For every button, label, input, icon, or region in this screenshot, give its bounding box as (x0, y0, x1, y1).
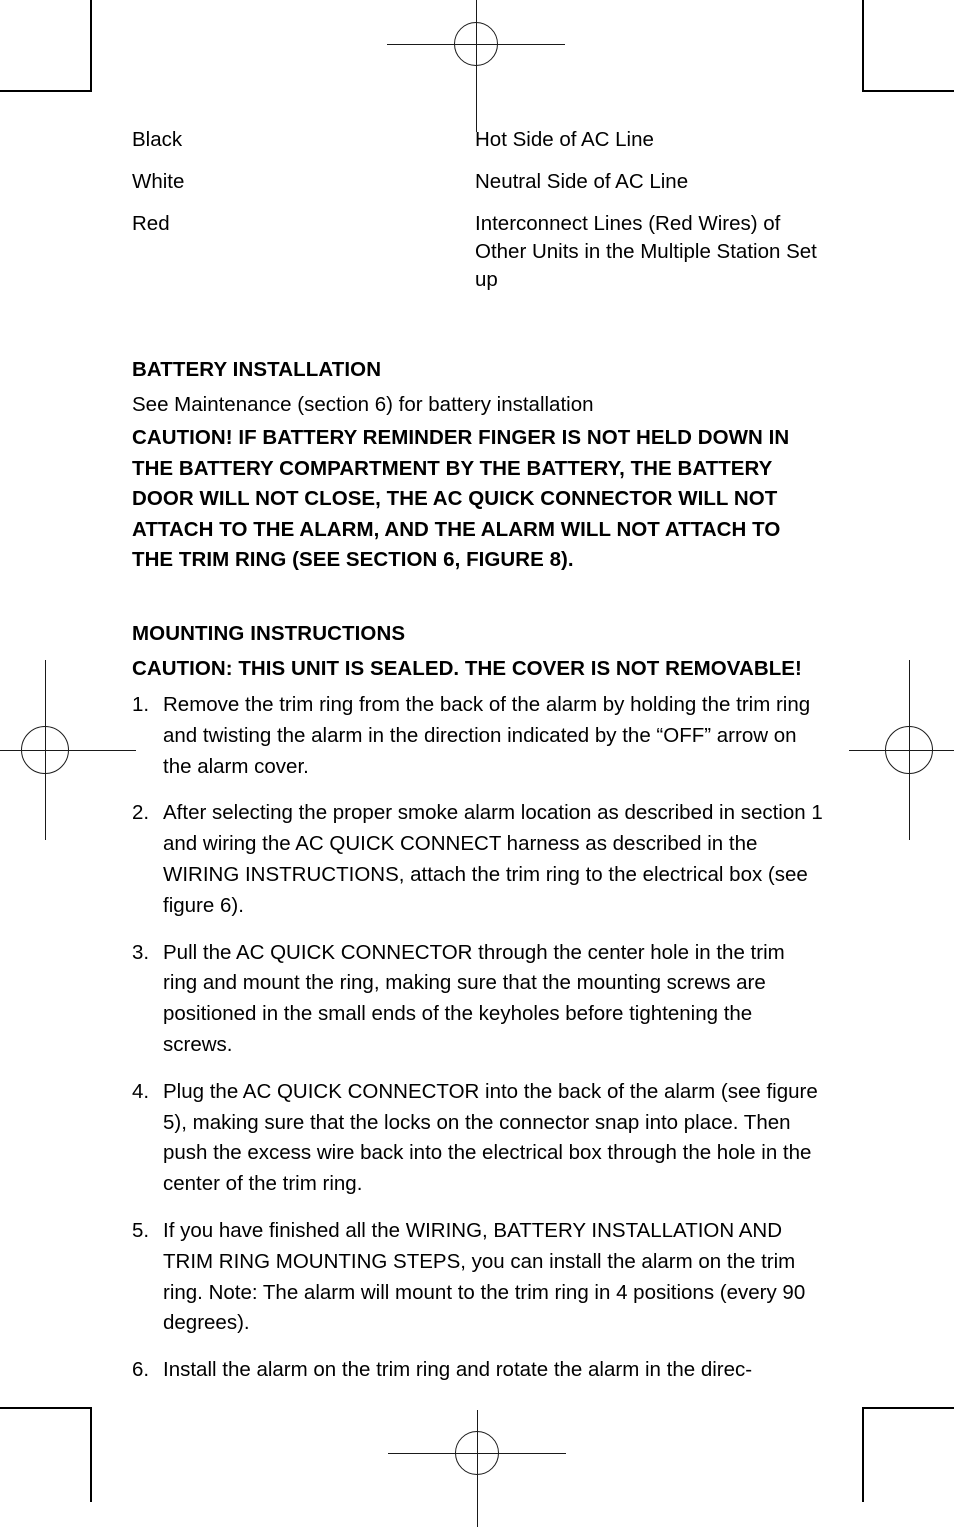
crop-mark-bottom-left-vertical (90, 1408, 92, 1502)
crop-mark-bottom-right-horizontal (862, 1407, 954, 1409)
list-item: Install the alarm on the trim ring and r… (132, 1355, 753, 1386)
list-item: Pull the AC QUICK CONNECTOR through the … (132, 938, 785, 1056)
wire-legend-table: Black Hot Side of AC Line White Neutral … (132, 126, 824, 294)
crop-mark-bottom-left-horizontal (0, 1407, 92, 1409)
crop-mark-top-left-horizontal (0, 90, 92, 92)
battery-installation-caution: CAUTION! IF BATTERY REMINDER FINGER IS N… (132, 426, 790, 571)
document-page: Black Hot Side of AC Line White Neutral … (0, 0, 954, 1527)
page-content: Black Hot Side of AC Line White Neutral … (132, 126, 824, 1386)
list-item: If you have finished all the WIRING, BAT… (132, 1216, 806, 1335)
mounting-instructions-heading: MOUNTING INSTRUCTIONS (132, 621, 406, 645)
list-item: After selecting the proper smoke alarm l… (132, 798, 823, 917)
crop-mark-bottom-right-vertical (862, 1408, 864, 1502)
list-item: Remove the trim ring from the back of th… (132, 690, 811, 778)
table-row: Red Interconnect Lines (Red Wires) of Ot… (132, 210, 824, 294)
battery-installation-heading: BATTERY INSTALLATION (132, 358, 382, 381)
mounting-instructions-section: MOUNTING INSTRUCTIONS CAUTION: THIS UNIT… (132, 620, 824, 1386)
mounting-steps-list: Remove the trim ring from the back of th… (132, 690, 824, 1386)
crop-mark-top-right-vertical (862, 0, 864, 92)
wire-color-label: Black (132, 128, 183, 151)
mounting-instructions-caution: CAUTION: THIS UNIT IS SEALED. THE COVER … (132, 656, 802, 680)
crop-mark-top-right-horizontal (862, 90, 954, 92)
table-row: White Neutral Side of AC Line (132, 168, 824, 210)
battery-installation-section: BATTERY INSTALLATION See Maintenance (se… (132, 356, 824, 576)
wire-color-label: Red (132, 212, 170, 235)
crop-mark-top-left-vertical (90, 0, 92, 92)
table-row: Black Hot Side of AC Line (132, 126, 824, 168)
wire-function-label: Neutral Side of AC Line (475, 170, 689, 193)
wire-function-label: Interconnect Lines (Red Wires) of Other … (475, 212, 817, 291)
wire-color-label: White (132, 170, 185, 193)
battery-installation-body: See Maintenance (section 6) for battery … (132, 393, 594, 416)
list-item: Plug the AC QUICK CONNECTOR into the bac… (132, 1077, 818, 1196)
wire-function-label: Hot Side of AC Line (475, 128, 654, 151)
